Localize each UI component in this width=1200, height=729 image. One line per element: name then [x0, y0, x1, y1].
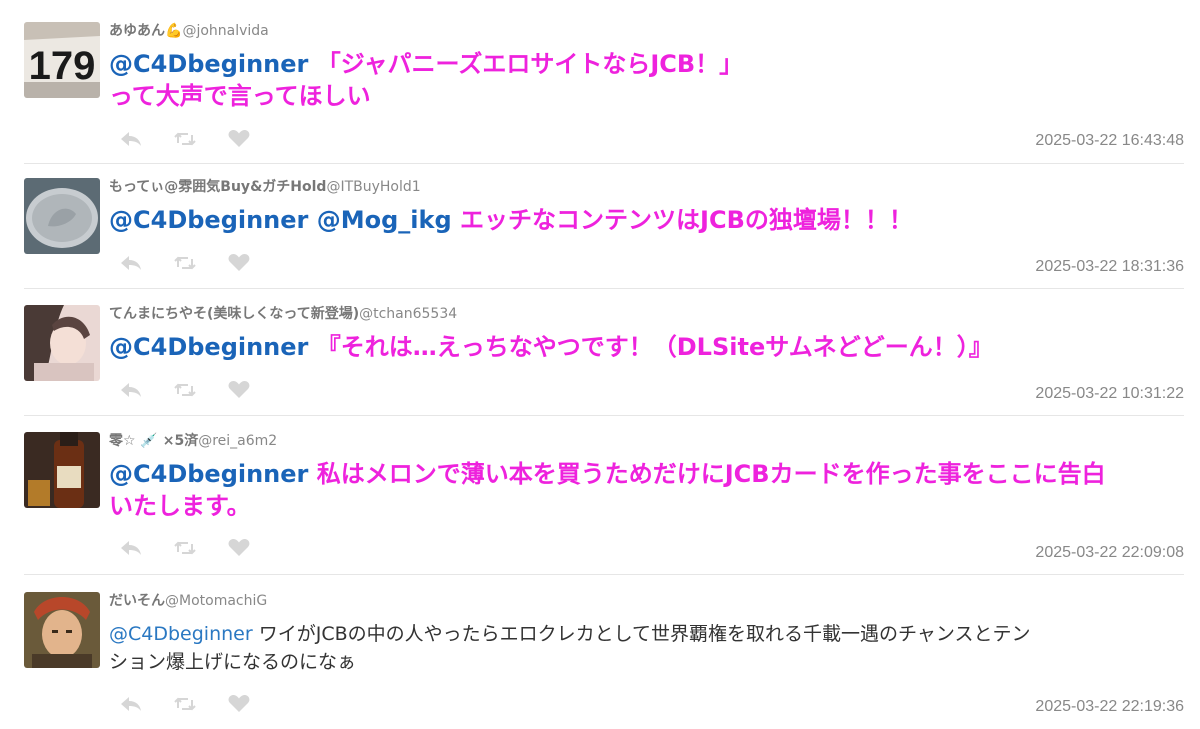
tweet-header: あゆあん💪@johnalvida [109, 22, 1184, 40]
tweet-text-line2: って大声で言ってほしい [109, 82, 371, 110]
user-name[interactable]: もってぃ@雰囲気Buy&ガチHold [109, 179, 326, 195]
tweet-text-line1: 私はメロンで薄い本を買うためだけにJCBカードを作った事をここに告白 [316, 460, 1106, 488]
avatar-label: 179 [29, 44, 96, 88]
tweet-item: 179 あゆあん💪@johnalvida @C4Dbeginner 「ジャパニー… [24, 22, 1184, 164]
timestamp[interactable]: 2025-03-22 18:31:36 [1035, 258, 1184, 276]
tweet-actions [119, 692, 251, 716]
retweet-icon[interactable] [173, 129, 197, 149]
reply-icon[interactable] [119, 380, 143, 400]
tweet-text-line2: いたします。 [109, 492, 251, 520]
heart-icon[interactable] [227, 380, 251, 400]
tweet-text-line1: ワイがJCBの中の人やったらエロクレカとして世界覇権を取れる千載一遇のチャンスと… [258, 623, 1031, 645]
user-name[interactable]: てんまにちやそ(美味しくなって新登場) [109, 306, 359, 322]
tweet-header: てんまにちやそ(美味しくなって新登場)@tchan65534 [109, 305, 1184, 323]
user-handle[interactable]: @ITBuyHold1 [326, 179, 420, 195]
tweet-text: @C4Dbeginner @Mog_ikg エッチなコンテンツはJCBの独壇場！… [109, 204, 1184, 236]
reply-icon[interactable] [119, 253, 143, 273]
tweet-actions [119, 127, 251, 151]
user-handle[interactable]: @johnalvida [182, 23, 268, 39]
avatar[interactable]: 179 [24, 22, 100, 98]
tweet-actions [119, 378, 251, 402]
flexed-bicep-emoji: 💪 [165, 23, 183, 39]
avatar[interactable] [24, 178, 100, 254]
tweet-text: @C4Dbeginner ワイがJCBの中の人やったらエロクレカとして世界覇権を… [109, 620, 1184, 676]
tweet-text-line1: 『それは…えっちなやつです！（DLSiteサムネどどーん！）』 [316, 333, 993, 361]
avatar[interactable] [24, 592, 100, 668]
tweet-item: もってぃ@雰囲気Buy&ガチHold@ITBuyHold1 @C4Dbeginn… [24, 178, 1184, 289]
tweet-text-line1: 「ジャパニーズエロサイトならJCB！」 [316, 50, 744, 78]
user-handle[interactable]: @rei_a6m2 [198, 433, 277, 449]
heart-icon[interactable] [227, 694, 251, 714]
tweet-actions [119, 536, 251, 560]
tweet-item: 零☆ 💉 ×5済@rei_a6m2 @C4Dbeginner 私はメロンで薄い本… [24, 432, 1184, 575]
mention-link[interactable]: @Mog_ikg [317, 206, 452, 234]
reply-icon[interactable] [119, 694, 143, 714]
mention-link[interactable]: @C4Dbeginner [109, 460, 308, 488]
retweet-icon[interactable] [173, 253, 197, 273]
user-name[interactable]: だいそん [109, 593, 165, 609]
tweet-item: だいそん@MotomachiG @C4Dbeginner ワイがJCBの中の人や… [24, 592, 1184, 729]
timestamp[interactable]: 2025-03-22 22:19:36 [1035, 698, 1184, 716]
tweet-text: @C4Dbeginner 「ジャパニーズエロサイトならJCB！」 って大声で言っ… [109, 48, 1184, 112]
retweet-icon[interactable] [173, 380, 197, 400]
tweet-text-line2: ション爆上げになるのになぁ [109, 651, 357, 673]
retweet-icon[interactable] [173, 694, 197, 714]
tweet-header: だいそん@MotomachiG [109, 592, 1184, 610]
tweet-item: てんまにちやそ(美味しくなって新登場)@tchan65534 @C4Dbegin… [24, 305, 1184, 416]
reply-icon[interactable] [119, 538, 143, 558]
heart-icon[interactable] [227, 129, 251, 149]
tweet-header: 零☆ 💉 ×5済@rei_a6m2 [109, 432, 1184, 450]
heart-icon[interactable] [227, 253, 251, 273]
heart-icon[interactable] [227, 538, 251, 558]
timestamp[interactable]: 2025-03-22 22:09:08 [1035, 544, 1184, 562]
timestamp[interactable]: 2025-03-22 10:31:22 [1035, 385, 1184, 403]
mention-link[interactable]: @C4Dbeginner [109, 50, 308, 78]
mention-link[interactable]: @C4Dbeginner [109, 206, 308, 234]
mention-link[interactable]: @C4Dbeginner [109, 623, 253, 645]
user-handle[interactable]: @MotomachiG [165, 593, 267, 609]
tweet-actions [119, 251, 251, 275]
tweet-text-line1: エッチなコンテンツはJCBの独壇場！！！ [460, 206, 913, 234]
reply-icon[interactable] [119, 129, 143, 149]
avatar[interactable] [24, 432, 100, 508]
mention-link[interactable]: @C4Dbeginner [109, 333, 308, 361]
avatar[interactable] [24, 305, 100, 381]
tweet-header: もってぃ@雰囲気Buy&ガチHold@ITBuyHold1 [109, 178, 1184, 196]
user-name[interactable]: あゆあん [109, 23, 165, 39]
user-name[interactable]: 零☆ 💉 ×5済 [109, 433, 198, 449]
retweet-icon[interactable] [173, 538, 197, 558]
user-handle[interactable]: @tchan65534 [359, 306, 457, 322]
tweet-text: @C4Dbeginner 『それは…えっちなやつです！（DLSiteサムネどどー… [109, 331, 1184, 363]
tweet-text: @C4Dbeginner 私はメロンで薄い本を買うためだけにJCBカードを作った… [109, 458, 1184, 522]
tweet-feed: 179 あゆあん💪@johnalvida @C4Dbeginner 「ジャパニー… [0, 0, 1200, 729]
timestamp[interactable]: 2025-03-22 16:43:48 [1035, 132, 1184, 150]
